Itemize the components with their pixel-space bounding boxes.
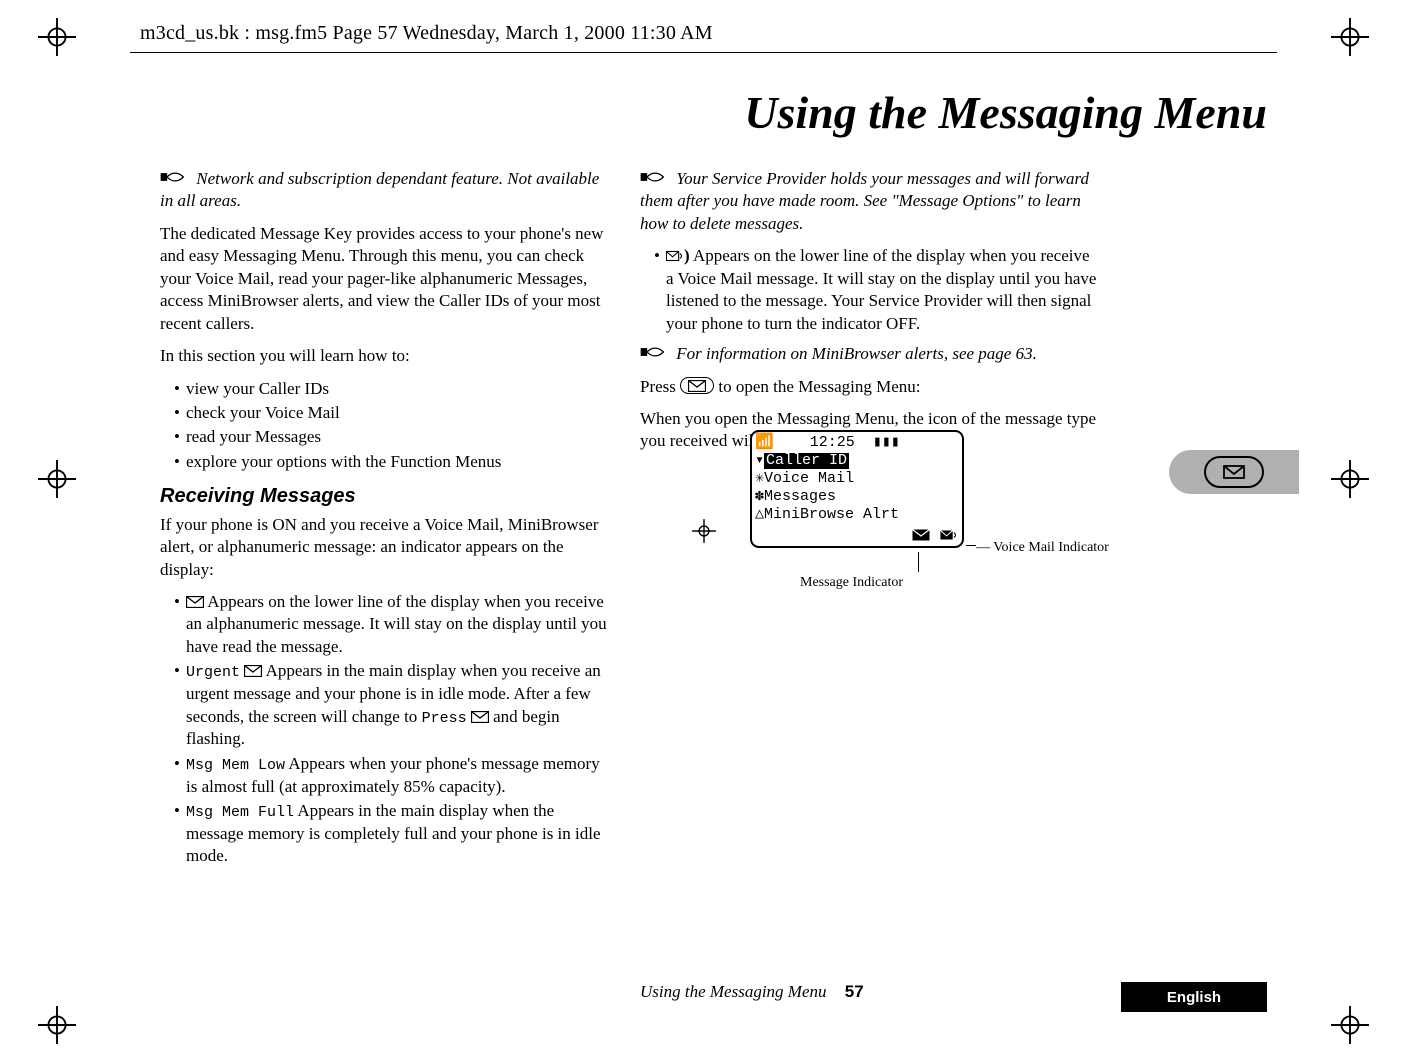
voicemail-envelope-icon bbox=[940, 529, 958, 541]
registration-mark-icon bbox=[1331, 18, 1369, 56]
list-item-text: Appears on the lower line of the display… bbox=[186, 592, 607, 656]
list-item: check your Voice Mail bbox=[174, 402, 612, 424]
indicator-list: Appears on the lower line of the display… bbox=[160, 591, 612, 868]
running-head: m3cd_us.bk : msg.fm5 Page 57 Wednesday, … bbox=[140, 22, 713, 45]
list-item: explore your options with the Function M… bbox=[174, 451, 612, 473]
mail-key-icon bbox=[680, 377, 714, 394]
envelope-icon bbox=[244, 665, 262, 677]
learn-list: view your Caller IDs check your Voice Ma… bbox=[160, 378, 612, 474]
text: Press bbox=[640, 377, 680, 396]
paragraph: If your phone is ON and you receive a Vo… bbox=[160, 514, 612, 581]
phone-display: 📶 12:25 ▮▮▮ ▾Caller ID ✳Voice Mail ✽Mess… bbox=[750, 430, 968, 548]
list-item: read your Messages bbox=[174, 426, 612, 448]
paragraph: The dedicated Message Key provides acces… bbox=[160, 223, 612, 335]
note-hand-icon bbox=[640, 168, 672, 190]
section-heading: Receiving Messages bbox=[160, 483, 612, 509]
note-text: For information on MiniBrowser alerts, s… bbox=[676, 344, 1037, 363]
envelope-icon bbox=[471, 711, 489, 723]
column-right: Your Service Provider holds your message… bbox=[640, 168, 1100, 463]
registration-mark-icon bbox=[1331, 460, 1369, 498]
lcd-clock: 12:25 bbox=[810, 434, 855, 451]
envelope-icon bbox=[186, 596, 204, 608]
note-hand-icon bbox=[160, 168, 192, 190]
note: For information on MiniBrowser alerts, s… bbox=[640, 343, 1100, 365]
page: m3cd_us.bk : msg.fm5 Page 57 Wednesday, … bbox=[0, 0, 1407, 1062]
note: Network and subscription dependant featu… bbox=[160, 168, 612, 213]
lcd-iconbar bbox=[912, 529, 958, 544]
registration-mark-icon bbox=[38, 460, 76, 498]
column-left: Network and subscription dependant featu… bbox=[160, 168, 612, 876]
paragraph: Press to open the Messaging Menu: bbox=[640, 376, 1100, 398]
mono-label: Press bbox=[422, 710, 467, 727]
voicemail-envelope-icon bbox=[666, 250, 684, 262]
envelope-icon bbox=[912, 529, 930, 541]
note-text: Network and subscription dependant featu… bbox=[160, 169, 599, 210]
language-badge: English bbox=[1121, 982, 1267, 1012]
lcd-row: ✽Messages bbox=[755, 489, 959, 507]
signal-icon: 📶 bbox=[755, 434, 774, 451]
mono-label: Msg Mem Full bbox=[186, 804, 294, 821]
list-item: Appears on the lower line of the display… bbox=[174, 591, 612, 658]
registration-mark-icon bbox=[1331, 1006, 1369, 1044]
list-item: ) Appears on the lower line of the displ… bbox=[654, 245, 1100, 335]
lcd-caption-message: Message Indicator bbox=[800, 575, 903, 591]
header-rule bbox=[130, 52, 1277, 53]
page-number: 57 bbox=[845, 982, 864, 1001]
footer-section: Using the Messaging Menu bbox=[640, 982, 827, 1001]
lcd-line: MiniBrowse Alrt bbox=[764, 506, 899, 523]
page-title: Using the Messaging Menu bbox=[744, 86, 1267, 139]
leader-line bbox=[966, 545, 976, 546]
mono-label: Urgent bbox=[186, 664, 240, 681]
list-item: Msg Mem Full Appears in the main display… bbox=[174, 800, 612, 868]
lcd-row: ▾Caller ID bbox=[755, 453, 959, 471]
note: Your Service Provider holds your message… bbox=[640, 168, 1100, 235]
phone-display-frame: 📶 12:25 ▮▮▮ ▾Caller ID ✳Voice Mail ✽Mess… bbox=[750, 430, 964, 548]
side-tab-mail-key bbox=[1169, 450, 1299, 494]
paragraph: In this section you will learn how to: bbox=[160, 345, 612, 367]
registration-mark-icon bbox=[38, 18, 76, 56]
registration-mark-icon bbox=[38, 1006, 76, 1044]
lcd-line: Messages bbox=[764, 488, 836, 505]
text: to open the Messaging Menu: bbox=[718, 377, 920, 396]
list-item: Urgent Appears in the main display when … bbox=[174, 660, 612, 750]
note-hand-icon bbox=[640, 343, 672, 365]
registration-mark-icon bbox=[690, 517, 718, 545]
battery-icon: ▮▮▮ bbox=[873, 434, 900, 451]
lcd-status-row: 📶 12:25 ▮▮▮ bbox=[755, 435, 959, 453]
caption-text: Voice Mail Indicator bbox=[993, 540, 1109, 555]
lcd-row: ✳Voice Mail bbox=[755, 471, 959, 489]
lcd-caption-voicemail: — Voice Mail Indicator bbox=[976, 540, 1109, 556]
leader-line bbox=[918, 552, 919, 572]
lcd-row: △MiniBrowse Alrt bbox=[755, 507, 959, 525]
lcd-selected: Caller ID bbox=[764, 453, 849, 469]
list-item: Msg Mem Low Appears when your phone's me… bbox=[174, 753, 612, 798]
list-item-text: Appears on the lower line of the display… bbox=[666, 246, 1096, 332]
footer: Using the Messaging Menu 57 bbox=[640, 982, 864, 1002]
vm-bullet: ) Appears on the lower line of the displ… bbox=[640, 245, 1100, 335]
mono-label: Msg Mem Low bbox=[186, 757, 285, 774]
list-item: view your Caller IDs bbox=[174, 378, 612, 400]
mail-key-icon bbox=[1204, 456, 1264, 488]
note-text: Your Service Provider holds your message… bbox=[640, 169, 1089, 233]
lcd-line: Voice Mail bbox=[764, 470, 854, 487]
